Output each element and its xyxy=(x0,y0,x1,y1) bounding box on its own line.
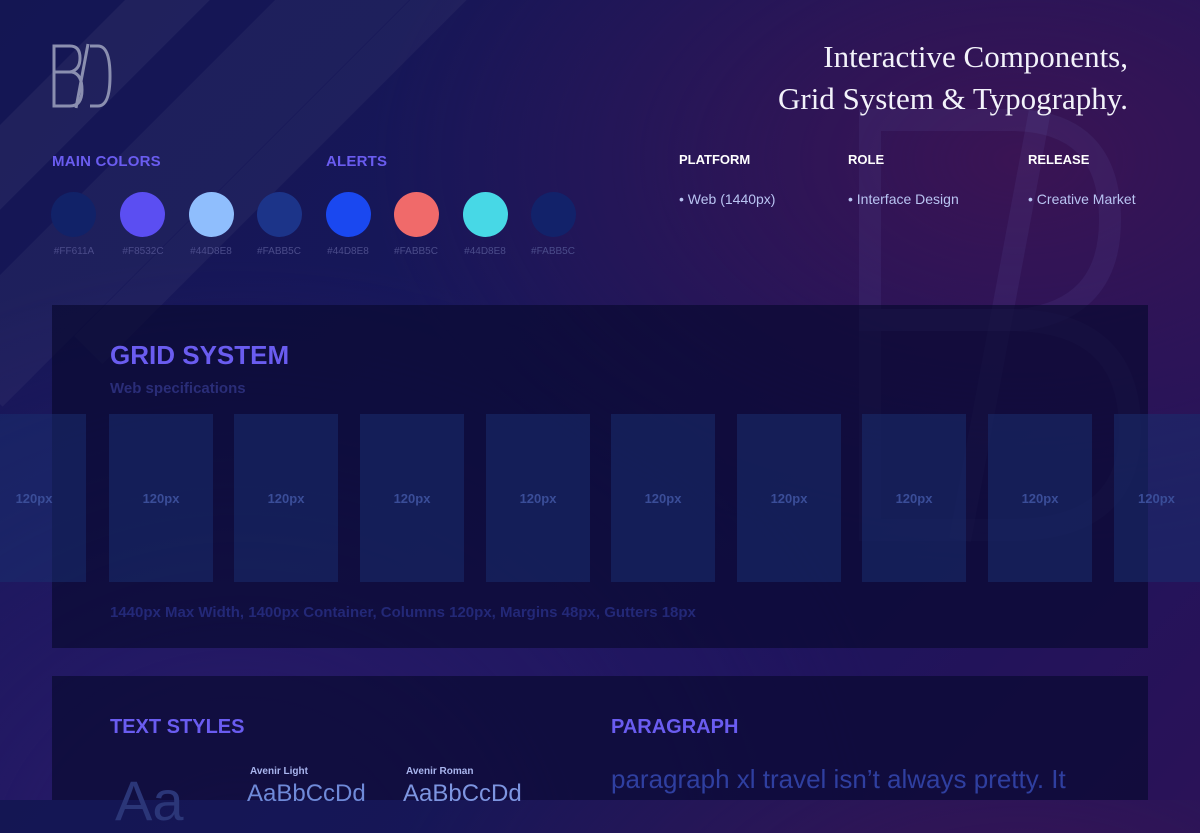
color-swatch xyxy=(463,192,508,237)
swatch-hex-label: #FABB5C xyxy=(257,246,301,257)
alerts-title: ALERTS xyxy=(326,153,388,170)
color-swatch xyxy=(120,192,165,237)
headline: Interactive Components, Grid System & Ty… xyxy=(778,36,1128,120)
swatch-hex-label: #44D8E8 xyxy=(464,246,506,257)
font-sample-roman: AaBbCcDd xyxy=(403,780,522,807)
color-swatch xyxy=(531,192,576,237)
color-swatch xyxy=(51,192,96,237)
release-value: • Creative Market xyxy=(1028,191,1136,207)
type-specimen-glyph: Aa xyxy=(115,769,184,832)
swatch-hex-label: #FABB5C xyxy=(394,246,438,257)
font-name-light: Avenir Light xyxy=(250,766,308,777)
grid-column: 120px xyxy=(109,414,213,582)
swatch-hex-label: #FF611A xyxy=(53,246,95,257)
font-name-roman: Avenir Roman xyxy=(406,766,474,777)
paragraph-title: PARAGRAPH xyxy=(611,716,739,738)
headline-line-2: Grid System & Typography. xyxy=(777,81,1128,116)
swatch-hex-label: #44D8E8 xyxy=(327,246,369,257)
grid-column: 120px xyxy=(0,414,86,582)
grid-column: 120px xyxy=(737,414,841,582)
grid-column: 120px xyxy=(234,414,338,582)
grid-column: 120px xyxy=(360,414,464,582)
grid-column: 120px xyxy=(486,414,590,582)
grid-system-subtitle: Web specifications xyxy=(110,380,246,397)
role-value: • Interface Design xyxy=(848,191,959,207)
grid-column: 120px xyxy=(1114,414,1200,582)
color-swatch xyxy=(394,192,439,237)
platform-value: • Web (1440px) xyxy=(679,191,776,207)
main-colors-title: MAIN COLORS xyxy=(52,153,161,170)
swatch-hex-label: #FABB5C xyxy=(531,246,575,257)
grid-system-title: GRID SYSTEM xyxy=(110,340,290,370)
font-sample-light: AaBbCcDd xyxy=(247,780,366,807)
role-label: ROLE xyxy=(848,152,885,167)
text-styles-title: TEXT STYLES xyxy=(110,716,245,738)
color-swatch xyxy=(189,192,234,237)
swatch-hex-label: #F8532C xyxy=(122,246,164,257)
grid-column: 120px xyxy=(862,414,966,582)
platform-label: PLATFORM xyxy=(679,152,751,167)
grid-column: 120px xyxy=(611,414,715,582)
headline-line-1: Interactive Components, xyxy=(823,39,1128,74)
swatch-hex-label: #44D8E8 xyxy=(190,246,232,257)
brand-logo-icon xyxy=(52,43,112,109)
grid-column: 120px xyxy=(988,414,1092,582)
color-swatch xyxy=(326,192,371,237)
release-label: RELEASE xyxy=(1028,152,1090,167)
grid-spec-text: 1440px Max Width, 1400px Container, Colu… xyxy=(110,604,696,621)
paragraph-sample-text: paragraph xl travel isn’t always pretty.… xyxy=(611,764,1066,794)
color-swatch xyxy=(257,192,302,237)
